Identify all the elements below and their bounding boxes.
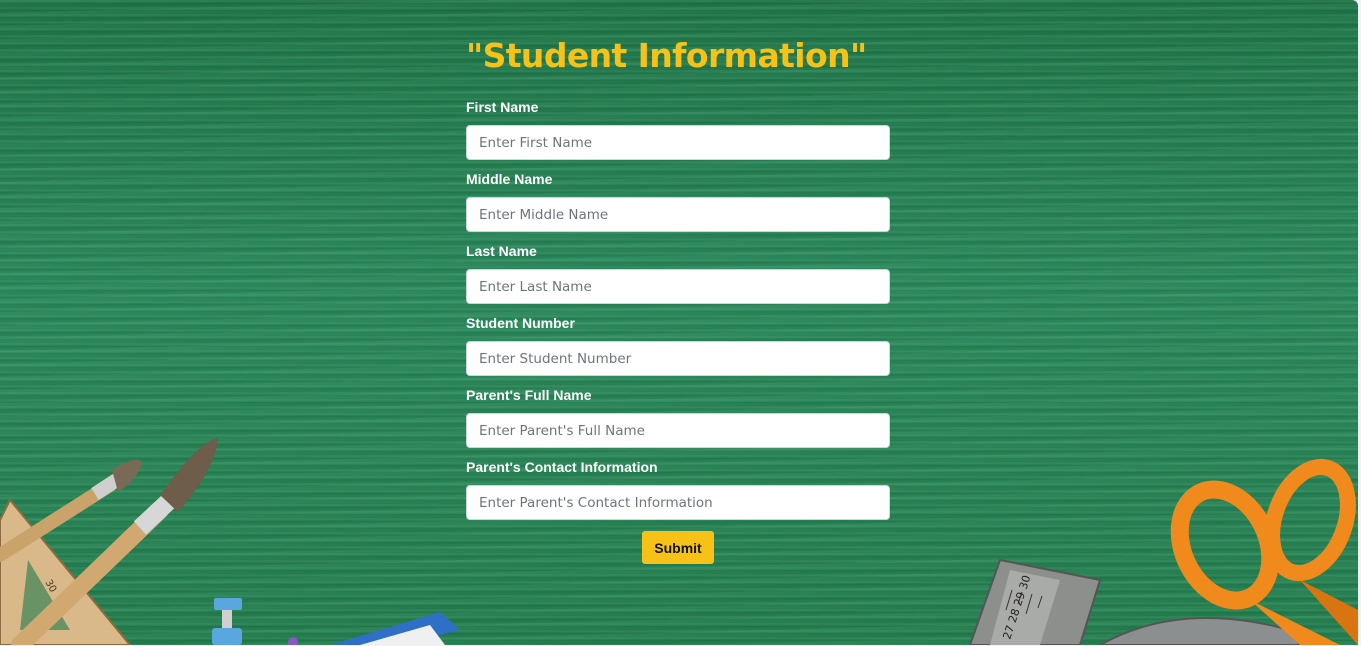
parent-full-name-group: Parent's Full Name <box>466 387 890 448</box>
submit-button[interactable]: Submit <box>642 531 714 564</box>
page-title: "Student Information" <box>466 36 867 75</box>
svg-text:27 28 29 30: 27 28 29 30 <box>1000 574 1033 641</box>
first-name-label: First Name <box>466 99 539 115</box>
last-name-group: Last Name <box>466 243 890 304</box>
paintbrush-icon <box>0 459 142 562</box>
pencil-case-icon <box>288 612 460 645</box>
paintbrush-icon <box>11 438 218 645</box>
ruler-icon: 27 28 29 30 <box>968 558 1102 645</box>
student-number-label: Student Number <box>466 315 575 331</box>
parent-contact-input[interactable] <box>466 485 890 520</box>
middle-name-label: Middle Name <box>466 171 553 187</box>
middle-name-input[interactable] <box>466 197 890 232</box>
first-name-group: First Name <box>466 99 890 160</box>
parent-full-name-label: Parent's Full Name <box>466 387 592 403</box>
parent-contact-group: Parent's Contact Information <box>466 459 890 520</box>
parent-contact-label: Parent's Contact Information <box>466 459 658 475</box>
last-name-label: Last Name <box>466 243 537 259</box>
svg-text:30: 30 <box>42 578 58 595</box>
student-info-form: "Student Information" First Name Middle … <box>466 34 890 564</box>
pushpin-icon <box>212 598 242 645</box>
set-square-icon: 30 <box>0 498 132 645</box>
parent-full-name-input[interactable] <box>466 413 890 448</box>
scissors-icon <box>1170 458 1358 645</box>
middle-name-group: Middle Name <box>466 171 890 232</box>
student-number-input[interactable] <box>466 341 890 376</box>
submit-row: Submit <box>466 531 890 564</box>
page-background: 30 27 28 29 30 "Student Information" Fir… <box>0 0 1358 645</box>
first-name-input[interactable] <box>466 125 890 160</box>
sharpener-icon <box>1097 617 1302 645</box>
student-number-group: Student Number <box>466 315 890 376</box>
last-name-input[interactable] <box>466 269 890 304</box>
